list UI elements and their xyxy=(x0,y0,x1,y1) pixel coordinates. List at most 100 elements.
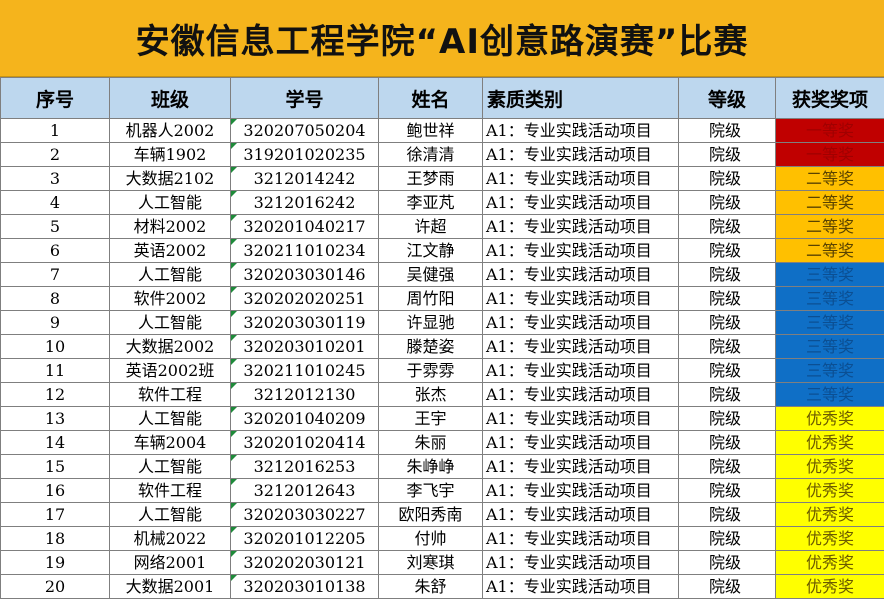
cell-student-id[interactable]: 320201040217 xyxy=(230,214,379,239)
cell-class[interactable]: 大数据2102 xyxy=(109,166,231,191)
cell-name[interactable]: 于雰雰 xyxy=(378,358,483,383)
cell-index[interactable]: 3 xyxy=(0,166,110,191)
cell-award[interactable]: 优秀奖 xyxy=(775,526,884,551)
cell-award[interactable]: 三等奖 xyxy=(775,334,884,359)
cell-award[interactable]: 优秀奖 xyxy=(775,502,884,527)
cell-index[interactable]: 20 xyxy=(0,574,110,599)
cell-name[interactable]: 吴健强 xyxy=(378,262,483,287)
cell-class[interactable]: 人工智能 xyxy=(109,406,231,431)
cell-level[interactable]: 院级 xyxy=(678,190,776,215)
cell-category[interactable]: A1：专业实践活动项目 xyxy=(482,550,679,575)
cell-level[interactable]: 院级 xyxy=(678,406,776,431)
cell-award[interactable]: 优秀奖 xyxy=(775,454,884,479)
cell-student-id[interactable]: 320202020251 xyxy=(230,286,379,311)
cell-student-id[interactable]: 320207050204 xyxy=(230,118,379,143)
cell-level[interactable]: 院级 xyxy=(678,502,776,527)
cell-category[interactable]: A1：专业实践活动项目 xyxy=(482,430,679,455)
cell-award[interactable]: 优秀奖 xyxy=(775,430,884,455)
cell-award[interactable]: 二等奖 xyxy=(775,166,884,191)
cell-category[interactable]: A1：专业实践活动项目 xyxy=(482,502,679,527)
cell-name[interactable]: 朱丽 xyxy=(378,430,483,455)
cell-name[interactable]: 滕楚姿 xyxy=(378,334,483,359)
cell-award[interactable]: 一等奖 xyxy=(775,142,884,167)
cell-level[interactable]: 院级 xyxy=(678,142,776,167)
cell-award[interactable]: 三等奖 xyxy=(775,382,884,407)
cell-student-id[interactable]: 320201012205 xyxy=(230,526,379,551)
cell-index[interactable]: 7 xyxy=(0,262,110,287)
cell-category[interactable]: A1：专业实践活动项目 xyxy=(482,454,679,479)
cell-class[interactable]: 软件工程 xyxy=(109,478,231,503)
cell-level[interactable]: 院级 xyxy=(678,574,776,599)
cell-class[interactable]: 大数据2001 xyxy=(109,574,231,599)
column-header-index[interactable]: 序号 xyxy=(0,77,110,119)
cell-name[interactable]: 朱舒 xyxy=(378,574,483,599)
cell-level[interactable]: 院级 xyxy=(678,526,776,551)
cell-level[interactable]: 院级 xyxy=(678,118,776,143)
cell-student-id[interactable]: 320203030146 xyxy=(230,262,379,287)
cell-student-id[interactable]: 3212016253 xyxy=(230,454,379,479)
cell-class[interactable]: 车辆2004 xyxy=(109,430,231,455)
cell-category[interactable]: A1：专业实践活动项目 xyxy=(482,334,679,359)
cell-level[interactable]: 院级 xyxy=(678,238,776,263)
cell-name[interactable]: 李亚芃 xyxy=(378,190,483,215)
cell-student-id[interactable]: 3212012643 xyxy=(230,478,379,503)
cell-class[interactable]: 软件工程 xyxy=(109,382,231,407)
cell-level[interactable]: 院级 xyxy=(678,262,776,287)
cell-name[interactable]: 李飞宇 xyxy=(378,478,483,503)
cell-student-id[interactable]: 320203010138 xyxy=(230,574,379,599)
cell-level[interactable]: 院级 xyxy=(678,334,776,359)
cell-name[interactable]: 江文静 xyxy=(378,238,483,263)
cell-name[interactable]: 鲍世祥 xyxy=(378,118,483,143)
cell-name[interactable]: 王梦雨 xyxy=(378,166,483,191)
cell-category[interactable]: A1：专业实践活动项目 xyxy=(482,310,679,335)
cell-award[interactable]: 优秀奖 xyxy=(775,574,884,599)
column-header-student-id[interactable]: 学号 xyxy=(230,77,379,119)
column-header-level[interactable]: 等级 xyxy=(678,77,776,119)
cell-index[interactable]: 11 xyxy=(0,358,110,383)
cell-class[interactable]: 软件2002 xyxy=(109,286,231,311)
cell-class[interactable]: 机械2022 xyxy=(109,526,231,551)
cell-student-id[interactable]: 320203010201 xyxy=(230,334,379,359)
cell-index[interactable]: 16 xyxy=(0,478,110,503)
cell-student-id[interactable]: 3212012130 xyxy=(230,382,379,407)
cell-name[interactable]: 张杰 xyxy=(378,382,483,407)
cell-category[interactable]: A1：专业实践活动项目 xyxy=(482,526,679,551)
cell-class[interactable]: 人工智能 xyxy=(109,454,231,479)
cell-class[interactable]: 车辆1902 xyxy=(109,142,231,167)
cell-award[interactable]: 三等奖 xyxy=(775,262,884,287)
cell-index[interactable]: 17 xyxy=(0,502,110,527)
cell-student-id[interactable]: 3212014242 xyxy=(230,166,379,191)
cell-index[interactable]: 4 xyxy=(0,190,110,215)
cell-category[interactable]: A1：专业实践活动项目 xyxy=(482,574,679,599)
cell-name[interactable]: 欧阳秀南 xyxy=(378,502,483,527)
cell-category[interactable]: A1：专业实践活动项目 xyxy=(482,406,679,431)
cell-student-id[interactable]: 319201020235 xyxy=(230,142,379,167)
cell-award[interactable]: 三等奖 xyxy=(775,358,884,383)
cell-award[interactable]: 一等奖 xyxy=(775,118,884,143)
cell-award[interactable]: 优秀奖 xyxy=(775,550,884,575)
cell-index[interactable]: 13 xyxy=(0,406,110,431)
cell-name[interactable]: 朱峥峥 xyxy=(378,454,483,479)
cell-category[interactable]: A1：专业实践活动项目 xyxy=(482,142,679,167)
cell-category[interactable]: A1：专业实践活动项目 xyxy=(482,478,679,503)
cell-index[interactable]: 18 xyxy=(0,526,110,551)
cell-level[interactable]: 院级 xyxy=(678,550,776,575)
cell-student-id[interactable]: 320203030119 xyxy=(230,310,379,335)
cell-category[interactable]: A1：专业实践活动项目 xyxy=(482,382,679,407)
cell-category[interactable]: A1：专业实践活动项目 xyxy=(482,286,679,311)
cell-category[interactable]: A1：专业实践活动项目 xyxy=(482,118,679,143)
cell-level[interactable]: 院级 xyxy=(678,214,776,239)
cell-student-id[interactable]: 320201040209 xyxy=(230,406,379,431)
cell-class[interactable]: 人工智能 xyxy=(109,502,231,527)
cell-name[interactable]: 许显驰 xyxy=(378,310,483,335)
cell-index[interactable]: 8 xyxy=(0,286,110,311)
cell-index[interactable]: 1 xyxy=(0,118,110,143)
cell-index[interactable]: 9 xyxy=(0,310,110,335)
cell-award[interactable]: 二等奖 xyxy=(775,190,884,215)
cell-name[interactable]: 付帅 xyxy=(378,526,483,551)
cell-student-id[interactable]: 320211010234 xyxy=(230,238,379,263)
cell-level[interactable]: 院级 xyxy=(678,310,776,335)
cell-name[interactable]: 刘寒琪 xyxy=(378,550,483,575)
cell-index[interactable]: 14 xyxy=(0,430,110,455)
cell-class[interactable]: 英语2002班 xyxy=(109,358,231,383)
